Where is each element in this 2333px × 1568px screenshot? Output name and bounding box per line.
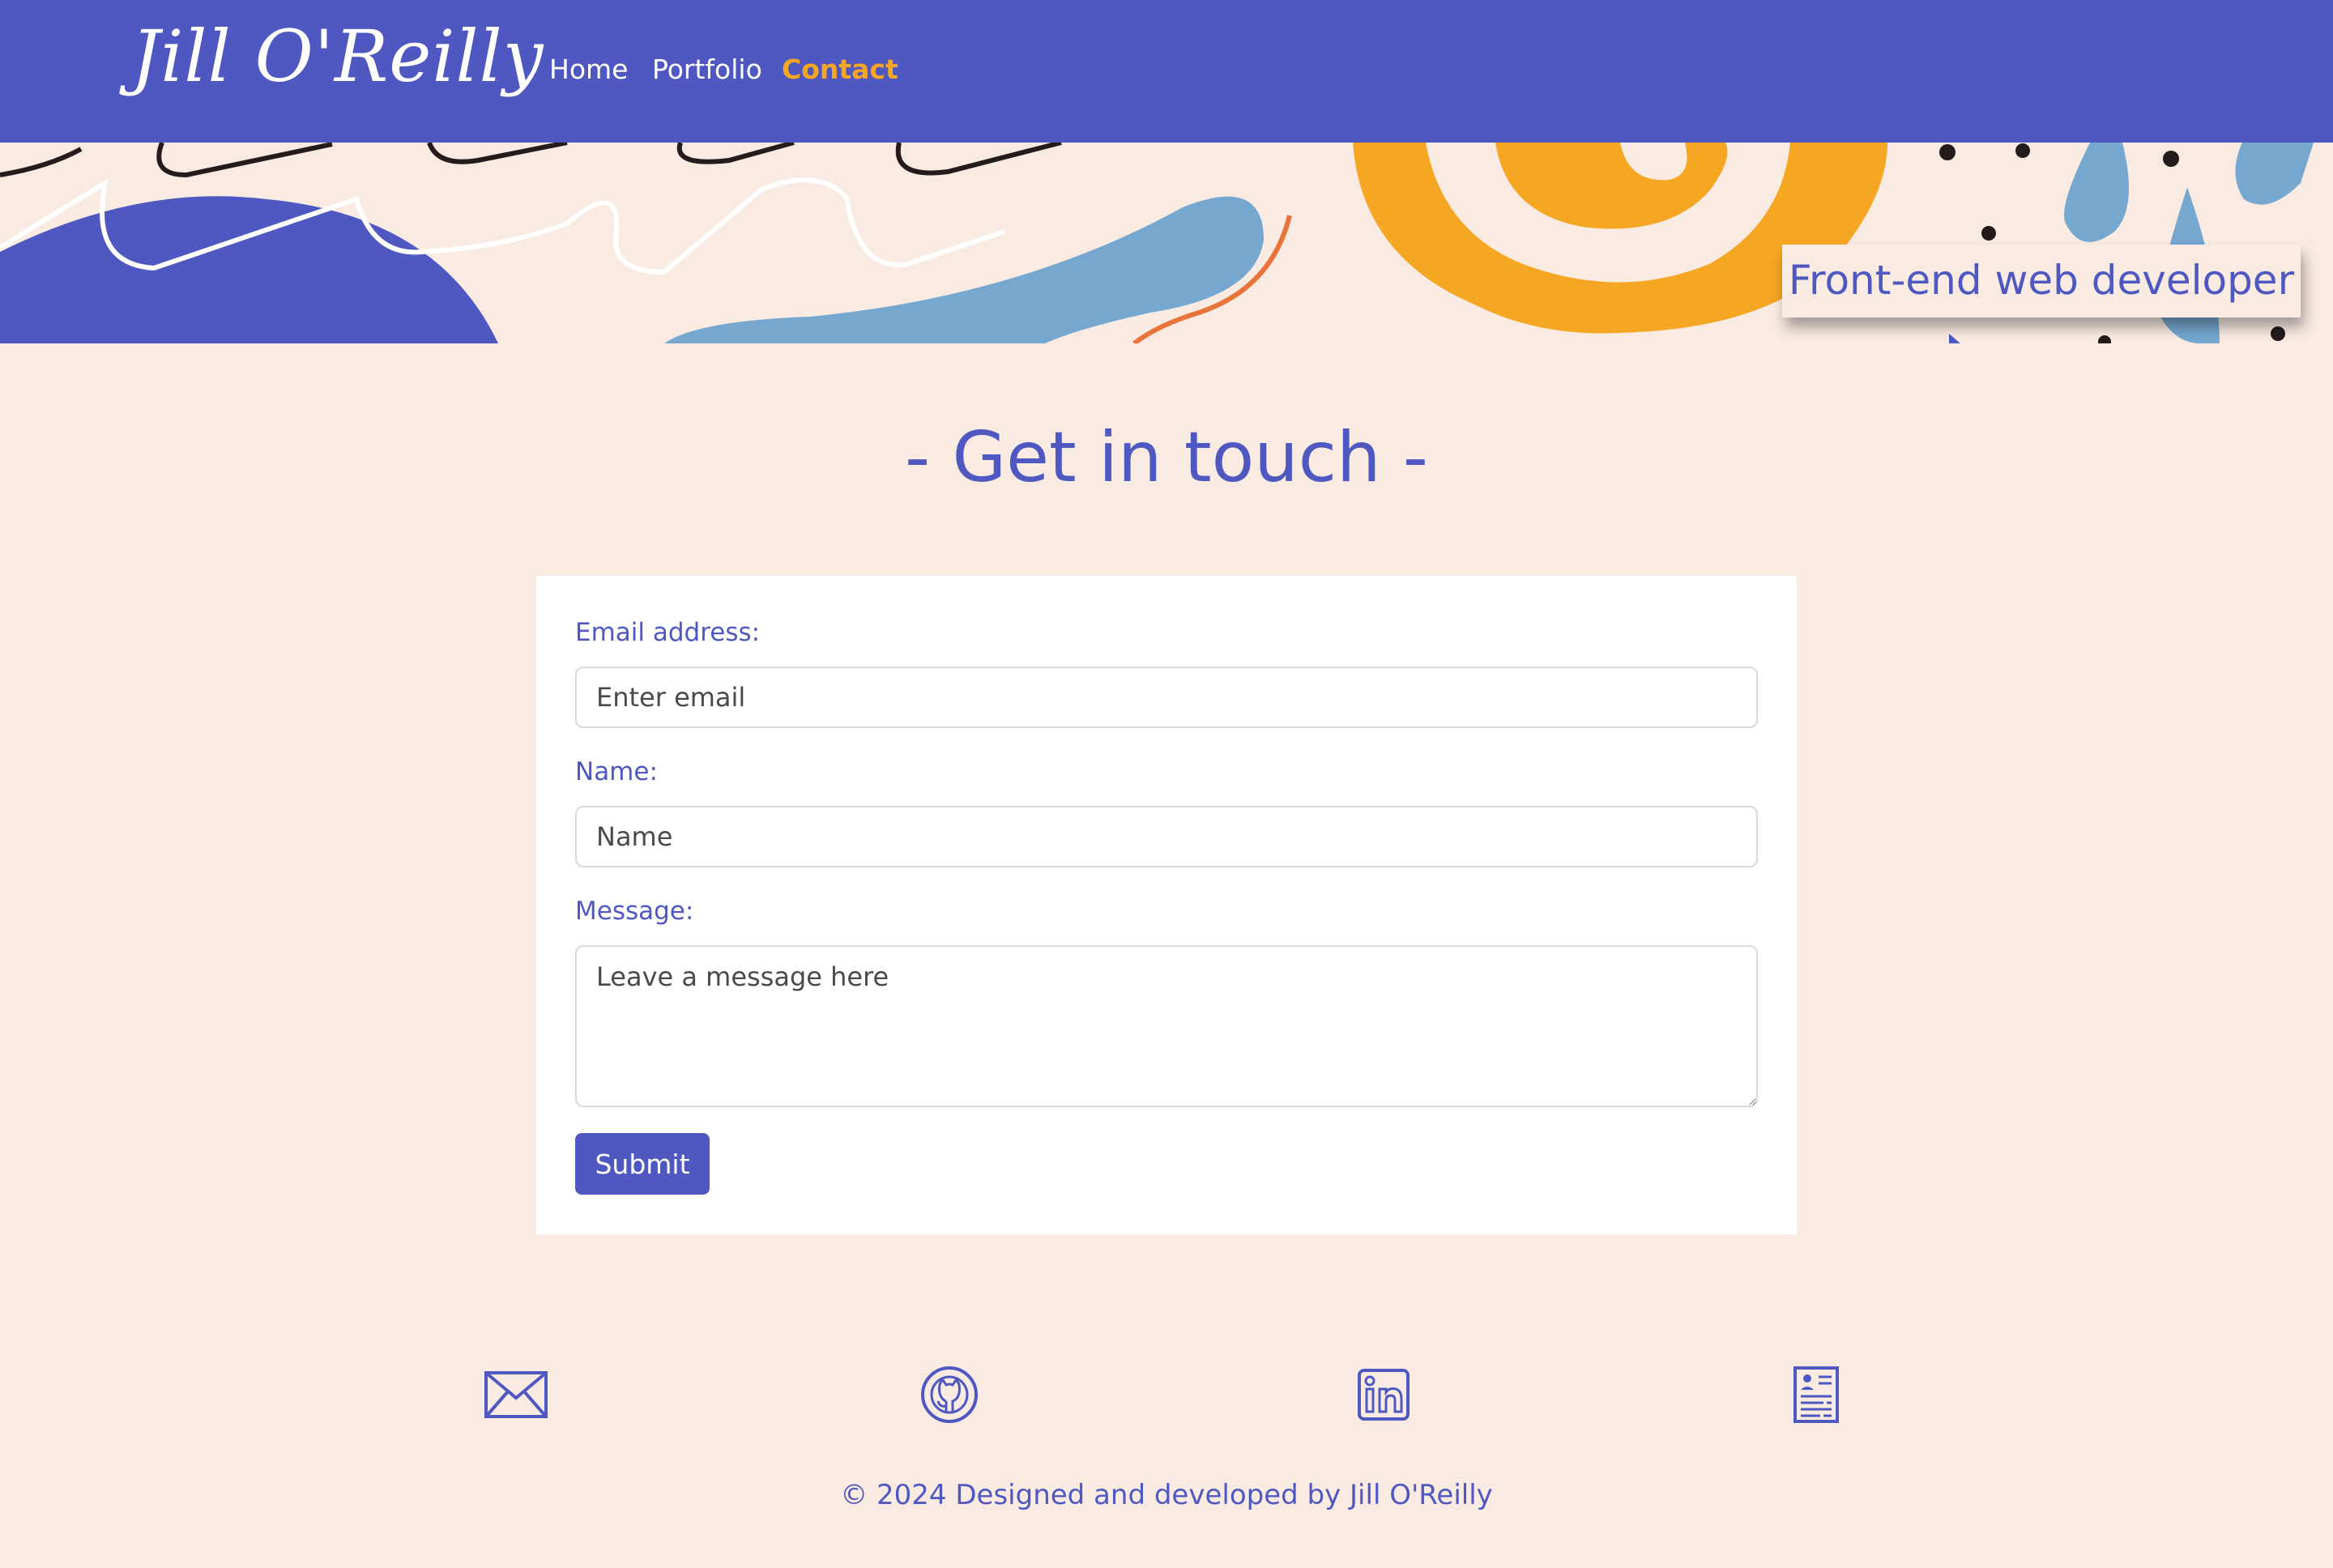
navbar: Jill O'Reilly Home Portfolio Contact <box>0 0 2333 143</box>
contact-form: Email address: Name: Message: Submit <box>536 576 1797 1234</box>
resume-link[interactable] <box>1782 1361 1850 1429</box>
hero-tagline: Front-end web developer <box>1782 245 2301 317</box>
submit-button[interactable]: Submit <box>575 1133 710 1195</box>
github-icon <box>921 1366 978 1423</box>
nav-contact-link[interactable]: Contact <box>782 53 898 85</box>
brand-logo[interactable]: Jill O'Reilly <box>131 15 544 98</box>
envelope-icon <box>484 1371 548 1418</box>
linkedin-icon <box>1358 1369 1410 1421</box>
page-title: - Get in touch - <box>905 417 1428 498</box>
name-field[interactable] <box>575 806 1758 867</box>
nav-portfolio-link[interactable]: Portfolio <box>652 53 762 85</box>
message-field[interactable] <box>575 945 1758 1107</box>
email-label: Email address: <box>575 618 761 647</box>
nav-home-link[interactable]: Home <box>549 53 628 85</box>
email-field[interactable] <box>575 667 1758 728</box>
message-label: Message: <box>575 897 694 926</box>
github-link[interactable] <box>915 1361 983 1429</box>
linkedin-link[interactable] <box>1350 1361 1418 1429</box>
resume-icon <box>1793 1366 1839 1423</box>
footer-copyright: © 2024 Designed and developed by Jill O'… <box>840 1479 1493 1511</box>
email-link[interactable] <box>482 1361 550 1429</box>
name-label: Name: <box>575 757 658 786</box>
